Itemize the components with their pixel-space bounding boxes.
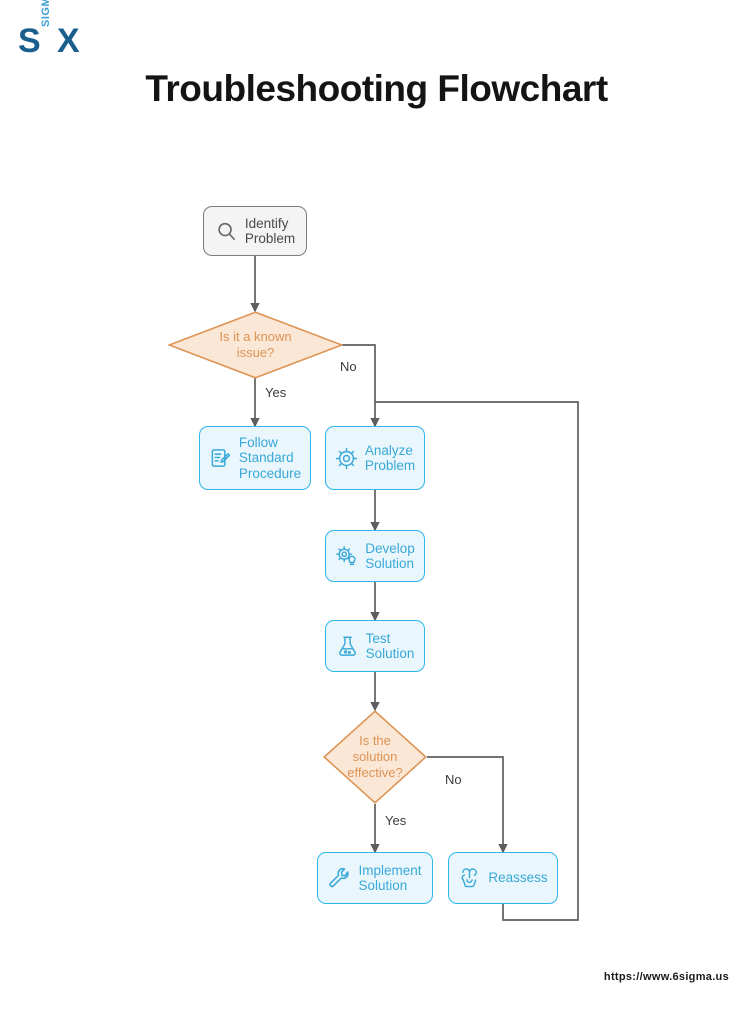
clipboard-edit-icon	[209, 447, 232, 470]
wrench-icon	[328, 867, 351, 890]
magnifier-icon	[215, 220, 238, 243]
node-label: Follow Standard Procedure	[238, 434, 302, 481]
node-label: Analyze Problem	[364, 442, 416, 474]
edge-label-known-issue-no: No	[340, 359, 357, 374]
node-solution-effective[interactable]: Is the solution effective?	[323, 710, 427, 804]
node-label: Implement Solution	[358, 862, 422, 894]
node-label: Test Solution	[365, 630, 415, 662]
footer-url[interactable]: https://www.6sigma.us	[604, 971, 729, 983]
node-label: Reassess	[488, 870, 548, 886]
edge-label-solution-effective-no: No	[445, 772, 462, 787]
node-known-issue[interactable]: Is it a known issue?	[168, 311, 343, 379]
node-label: Is the solution effective?	[347, 733, 403, 780]
edge-effective-no	[427, 756, 508, 854]
node-develop-solution[interactable]: Develop Solution	[325, 530, 425, 582]
gear-icon	[335, 447, 358, 470]
flowchart: Identify Problem Is it a known issue? Ye…	[0, 0, 753, 1024]
gear-bulb-icon	[335, 545, 358, 568]
node-label: Is it a known issue?	[219, 329, 292, 360]
edge-label-known-issue-yes: Yes	[265, 385, 287, 400]
node-test-solution[interactable]: Test Solution	[325, 620, 425, 672]
node-label: Identify Problem	[244, 215, 296, 247]
brain-icon	[458, 867, 481, 890]
node-follow-standard-procedure[interactable]: Follow Standard Procedure	[199, 426, 311, 490]
node-identify-problem[interactable]: Identify Problem	[203, 206, 307, 256]
edge-label-solution-effective-yes: Yes	[385, 813, 407, 828]
flask-icon	[336, 635, 359, 658]
node-label: Develop Solution	[365, 540, 415, 572]
node-reassess[interactable]: Reassess	[448, 852, 558, 904]
node-implement-solution[interactable]: Implement Solution	[317, 852, 433, 904]
node-analyze-problem[interactable]: Analyze Problem	[325, 426, 425, 490]
